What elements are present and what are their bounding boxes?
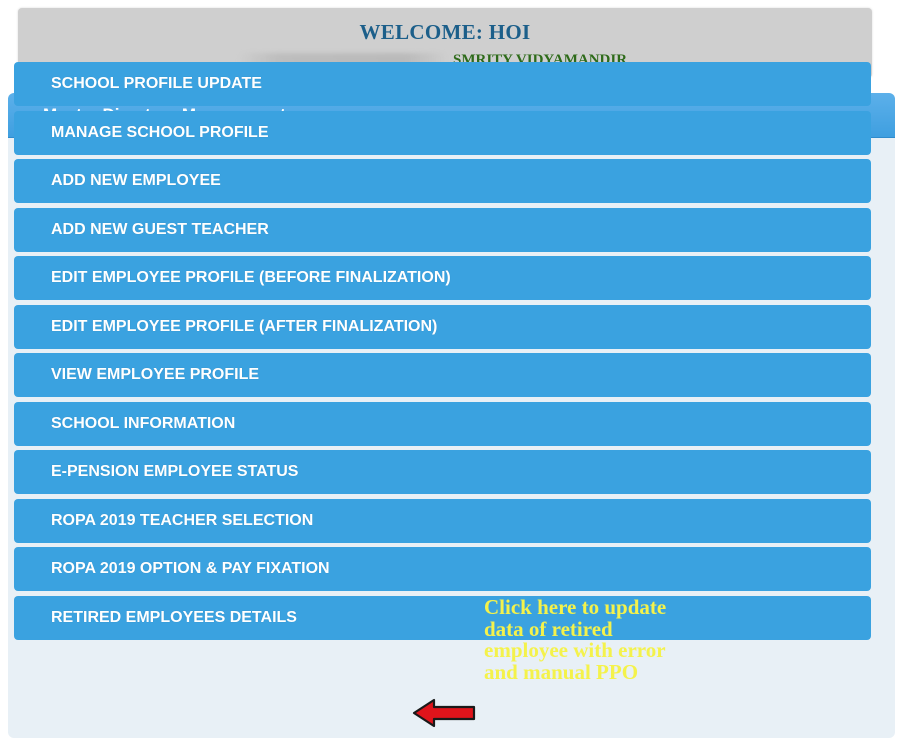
annotation-line: employee with error: [484, 638, 666, 662]
menu-item-school-information[interactable]: SCHOOL INFORMATION: [14, 401, 871, 446]
menu-item-manage-school-profile[interactable]: MANAGE SCHOOL PROFILE: [14, 110, 871, 155]
menu-item-edit-employee-before-finalization[interactable]: EDIT EMPLOYEE PROFILE (BEFORE FINALIZATI…: [14, 256, 871, 300]
menu-item-school-profile-update[interactable]: SCHOOL PROFILE UPDATE: [14, 62, 871, 106]
menu-list: SCHOOL PROFILE UPDATE MANAGE SCHOOL PROF…: [14, 62, 871, 644]
menu-item-add-new-guest-teacher[interactable]: ADD NEW GUEST TEACHER: [14, 207, 871, 252]
annotation-line: and manual PPO: [484, 659, 639, 684]
menu-item-ropa-2019-option-pay-fixation[interactable]: ROPA 2019 OPTION & PAY FIXATION: [14, 547, 871, 591]
annotation-callout: Click here to update data of retired emp…: [484, 595, 744, 684]
menu-item-view-employee-profile[interactable]: VIEW EMPLOYEE PROFILE: [14, 353, 871, 397]
annotation-line: Click here to update: [484, 595, 667, 619]
menu-item-ropa-2019-teacher-selection[interactable]: ROPA 2019 TEACHER SELECTION: [14, 498, 871, 543]
menu-item-e-pension-employee-status[interactable]: E-PENSION EMPLOYEE STATUS: [14, 450, 871, 494]
menu-item-add-new-employee[interactable]: ADD NEW EMPLOYEE: [14, 159, 871, 203]
welcome-title: WELCOME: HOI: [359, 20, 531, 44]
annotation-line: data of retired: [484, 616, 613, 641]
left-arrow-icon: [412, 698, 476, 728]
menu-item-edit-employee-after-finalization[interactable]: EDIT EMPLOYEE PROFILE (AFTER FINALIZATIO…: [14, 304, 871, 349]
